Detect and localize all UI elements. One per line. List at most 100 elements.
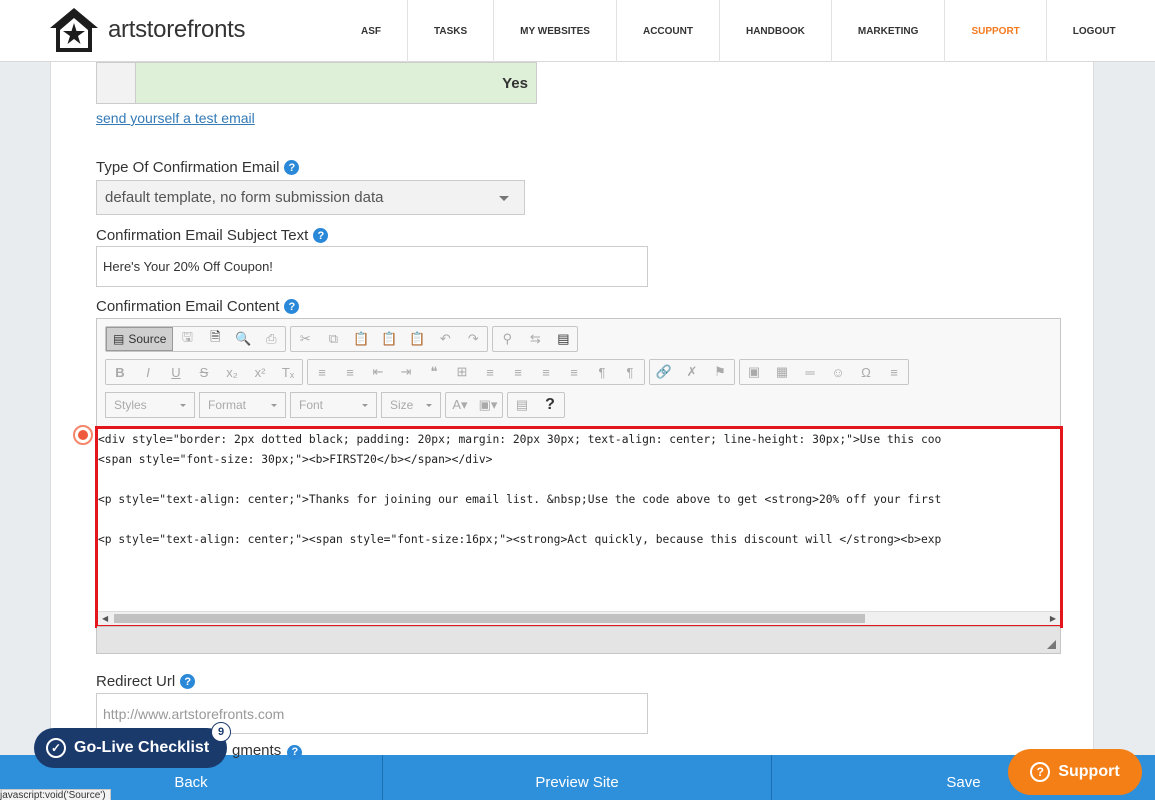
maximize-icon[interactable]: ▤	[508, 393, 536, 417]
help-icon[interactable]: ?	[287, 744, 303, 760]
underline-icon[interactable]: U	[162, 360, 190, 384]
size-combo[interactable]: Size	[381, 392, 441, 418]
outdent-icon[interactable]: ⇤	[364, 360, 392, 384]
scroll-right-icon[interactable]: ▶	[1050, 614, 1056, 623]
select-all-icon[interactable]: ▤	[549, 327, 577, 351]
checklist-count-badge: 9	[211, 722, 231, 742]
nav-handbook[interactable]: HANDBOOK	[718, 0, 831, 62]
font-combo-label: Font	[299, 398, 324, 412]
div-container-icon[interactable]: ⊞	[448, 360, 476, 384]
confirmation-type-select[interactable]: default template, no form submission dat…	[96, 180, 525, 215]
help-icon[interactable]: ?	[284, 299, 300, 314]
go-live-checklist-button[interactable]: ✓ Go-Live Checklist 9	[34, 722, 231, 768]
ltr-icon[interactable]: ¶	[588, 360, 616, 384]
font-combo[interactable]: Font	[290, 392, 377, 418]
toolbar-group-paragraph: ≡ ≡ ⇤ ⇥ ❝ ⊞ ≡ ≡ ≡ ≡ ¶ ¶	[307, 359, 645, 385]
subject-label: Confirmation Email Subject Text ?	[96, 227, 329, 244]
confirmation-type-label-text: Type Of Confirmation Email	[96, 159, 280, 176]
code-line: <span style="font-size: 30px;"><b>FIRST2…	[98, 453, 493, 466]
background-color-icon[interactable]: ▣▾	[474, 393, 502, 417]
site-logo[interactable]: artstorefronts	[48, 6, 246, 54]
link-icon[interactable]: 🔗	[650, 360, 678, 384]
bold-icon[interactable]: B	[106, 360, 134, 384]
italic-icon[interactable]: I	[134, 360, 162, 384]
about-question-icon[interactable]: ?	[536, 393, 564, 417]
subject-input[interactable]: Here's Your 20% Off Coupon!	[96, 246, 648, 287]
help-icon[interactable]: ?	[180, 674, 196, 689]
horizontal-rule-icon[interactable]: ═	[796, 360, 824, 384]
copy-icon[interactable]: ⧉	[319, 327, 347, 351]
toggle-handle[interactable]	[97, 63, 136, 103]
nav-tasks[interactable]: TASKS	[407, 0, 493, 62]
print-icon[interactable]: ⎙	[257, 327, 285, 351]
image-icon[interactable]: ▣	[740, 360, 768, 384]
numbered-list-icon[interactable]: ≡	[308, 360, 336, 384]
editor-toolbar-row-3: Styles Format Font Size A▾ ▣▾ ▤ ?	[105, 392, 565, 418]
align-justify-icon[interactable]: ≡	[560, 360, 588, 384]
unlink-icon[interactable]: ✗	[678, 360, 706, 384]
source-button[interactable]: ▤ Source	[106, 327, 174, 351]
cut-icon[interactable]: ✂	[291, 327, 319, 351]
paste-text-icon[interactable]: 📋	[375, 327, 403, 351]
nav-asf[interactable]: ASF	[335, 0, 407, 62]
new-page-icon[interactable]: 🗎	[201, 327, 229, 351]
styles-combo[interactable]: Styles	[105, 392, 195, 418]
preview-icon[interactable]: 🔍	[229, 327, 257, 351]
send-test-email-link[interactable]: send yourself a test email	[96, 110, 255, 126]
toolbar-group-colors: A▾ ▣▾	[445, 392, 503, 418]
align-center-icon[interactable]: ≡	[504, 360, 532, 384]
indent-icon[interactable]: ⇥	[392, 360, 420, 384]
nav-account[interactable]: ACCOUNT	[615, 0, 719, 62]
nav-marketing[interactable]: MARKETING	[830, 0, 945, 62]
source-button-label: Source	[128, 332, 167, 346]
bulleted-list-icon[interactable]: ≡	[336, 360, 364, 384]
superscript-icon[interactable]: x²	[246, 360, 274, 384]
resize-handle-icon[interactable]	[1047, 640, 1056, 649]
replace-icon[interactable]: ⇆	[521, 327, 549, 351]
undo-icon[interactable]: ↶	[431, 327, 459, 351]
go-live-checklist-label: Go-Live Checklist	[74, 739, 210, 756]
rtl-icon[interactable]: ¶	[616, 360, 644, 384]
nav-logout[interactable]: LOGOUT	[1045, 0, 1142, 62]
scrollbar-thumb[interactable]	[114, 614, 865, 623]
anchor-flag-icon[interactable]: ⚑	[706, 360, 734, 384]
format-combo[interactable]: Format	[199, 392, 286, 418]
toolbar-group-clipboard: ✂ ⧉ 📋 📋 📋 ↶ ↷	[290, 326, 489, 352]
scroll-left-icon[interactable]: ◀	[102, 614, 108, 623]
nav-my-websites[interactable]: MY WEBSITES	[493, 0, 616, 62]
table-icon[interactable]: ▦	[768, 360, 796, 384]
browser-status-url: javascript:void('Source')	[0, 789, 111, 800]
logo-text: artstorefronts	[108, 16, 246, 43]
help-icon[interactable]: ?	[284, 160, 300, 175]
horizontal-scrollbar[interactable]: ◀ ▶	[98, 611, 1060, 625]
confirmation-type-label: Type Of Confirmation Email ?	[96, 159, 300, 176]
remove-format-icon[interactable]: Tₓ	[274, 360, 302, 384]
yes-no-toggle[interactable]: Yes	[96, 62, 537, 104]
special-char-icon[interactable]: Ω	[852, 360, 880, 384]
support-button-label: Support	[1058, 763, 1120, 780]
source-code-textarea[interactable]: <div style="border: 2px dotted black; pa…	[95, 426, 1063, 628]
subscript-icon[interactable]: x₂	[218, 360, 246, 384]
page-break-icon[interactable]: ≡	[880, 360, 908, 384]
blockquote-icon[interactable]: ❝	[420, 360, 448, 384]
toolbar-group-basicstyles: B I U S x₂ x² Tₓ	[105, 359, 303, 385]
find-icon[interactable]: ⚲	[493, 327, 521, 351]
editor-toolbar-row-1: ▤ Source 🖫 🗎 🔍 ⎙ ✂ ⧉ 📋 📋 📋 ↶ ↷ ⚲ ⇆ ▤	[105, 326, 579, 352]
rich-text-editor: ▤ Source 🖫 🗎 🔍 ⎙ ✂ ⧉ 📋 📋 📋 ↶ ↷ ⚲ ⇆ ▤ B I	[95, 318, 1063, 654]
paste-word-icon[interactable]: 📋	[403, 327, 431, 351]
main-nav: ASF TASKS MY WEBSITES ACCOUNT HANDBOOK M…	[335, 0, 1142, 62]
align-left-icon[interactable]: ≡	[476, 360, 504, 384]
help-icon[interactable]: ?	[313, 228, 329, 243]
nav-support[interactable]: SUPPORT	[944, 0, 1045, 62]
smiley-icon[interactable]: ☺	[824, 360, 852, 384]
text-color-icon[interactable]: A▾	[446, 393, 474, 417]
paste-icon[interactable]: 📋	[347, 327, 375, 351]
chevron-down-icon	[426, 403, 432, 407]
align-right-icon[interactable]: ≡	[532, 360, 560, 384]
strike-icon[interactable]: S	[190, 360, 218, 384]
preview-site-button[interactable]: Preview Site	[383, 755, 772, 800]
save-doc-icon[interactable]: 🖫	[173, 327, 201, 351]
redo-icon[interactable]: ↷	[459, 327, 487, 351]
editor-footer	[97, 626, 1060, 653]
support-button[interactable]: ? Support	[1008, 749, 1142, 795]
